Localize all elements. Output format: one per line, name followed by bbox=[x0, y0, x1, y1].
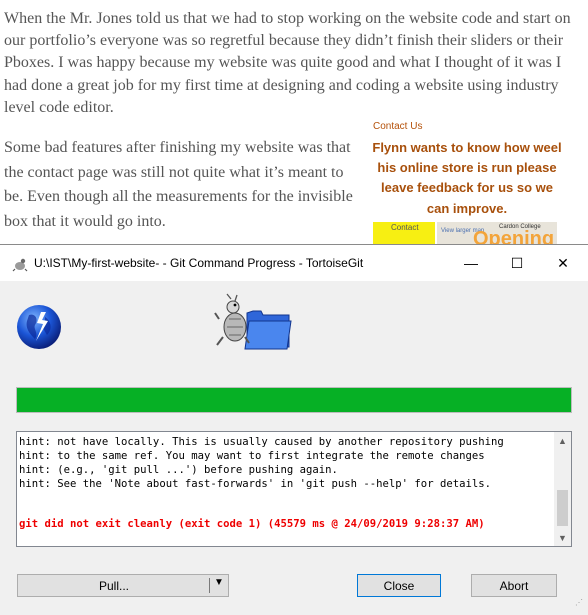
turtle-folder-icon bbox=[214, 293, 292, 350]
contact-message: Flynn wants to know how weel his online … bbox=[372, 140, 562, 216]
scroll-thumb[interactable] bbox=[557, 490, 568, 526]
pull-split-button[interactable]: Pull... ▼ bbox=[17, 574, 229, 597]
blog-document: When the Mr. Jones told us that we had t… bbox=[0, 0, 588, 250]
maximize-button[interactable]: ☐ bbox=[494, 245, 540, 281]
abort-button[interactable]: Abort bbox=[471, 574, 557, 597]
minimize-button[interactable]: — bbox=[448, 245, 494, 281]
close-button[interactable]: Close bbox=[357, 574, 441, 597]
split-divider bbox=[209, 578, 210, 593]
pull-button[interactable]: Pull... bbox=[18, 579, 210, 593]
title-bar[interactable]: U:\IST\My-first-website- - Git Command P… bbox=[0, 245, 588, 281]
log-scrollbar[interactable]: ▲ ▼ bbox=[554, 432, 571, 546]
log-line: hint: (e.g., 'git pull ...') before push… bbox=[19, 464, 338, 476]
contact-heading: Contact Us bbox=[373, 121, 423, 132]
close-window-button[interactable]: ✕ bbox=[540, 245, 586, 281]
error-message: git did not exit cleanly (exit code 1) (… bbox=[19, 518, 485, 530]
paragraph-bad-features: Some bad features after finishing my web… bbox=[4, 139, 353, 230]
tortoisegit-icon bbox=[12, 258, 28, 272]
log-line: hint: to the same ref. You may want to f… bbox=[19, 450, 485, 462]
dropdown-arrow-icon[interactable]: ▼ bbox=[214, 577, 224, 588]
log-lines: hint: not have locally. This is usually … bbox=[19, 435, 553, 491]
scroll-up-icon[interactable]: ▲ bbox=[554, 432, 571, 449]
git-progress-dialog: U:\IST\My-first-website- - Git Command P… bbox=[0, 244, 588, 615]
log-line: hint: not have locally. This is usually … bbox=[19, 436, 504, 448]
paragraph-portfolio: When the Mr. Jones told us that we had t… bbox=[4, 10, 571, 116]
scroll-down-icon[interactable]: ▼ bbox=[554, 529, 571, 546]
window-title: U:\IST\My-first-website- - Git Command P… bbox=[34, 256, 364, 270]
contact-thumbnail-label: Contact bbox=[391, 223, 419, 232]
progress-bar-fill bbox=[17, 388, 571, 412]
output-log[interactable]: hint: not have locally. This is usually … bbox=[16, 431, 572, 547]
progress-bar bbox=[16, 387, 572, 413]
globe-icon bbox=[17, 305, 61, 349]
resize-grip-icon[interactable]: ⋰ bbox=[575, 599, 585, 611]
log-line: hint: See the 'Note about fast-forwards'… bbox=[19, 478, 491, 490]
